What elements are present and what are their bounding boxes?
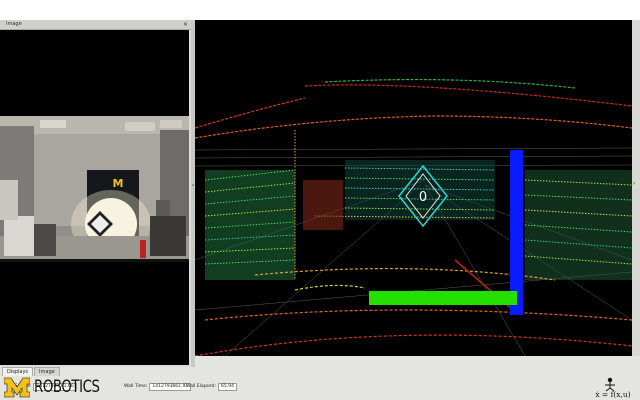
image-panel-title: Image xyxy=(6,21,22,27)
splitter-grip-icon[interactable]: › xyxy=(633,180,635,187)
3d-viewport[interactable]: 0 xyxy=(194,20,633,357)
right-splitter[interactable]: › xyxy=(632,20,640,356)
formula-text: ẋ = f(x,u) xyxy=(595,390,630,399)
axis-z-blue xyxy=(510,150,523,315)
image-panel-titlebar[interactable]: Image × xyxy=(0,20,191,30)
time-status-bar: ROS Time: 1412793...61.66 Wall Time: 141… xyxy=(0,376,640,400)
wall-time-value: 1412793861.91 xyxy=(149,382,192,391)
close-icon[interactable]: × xyxy=(183,20,188,29)
rviz-window: Image × M ‹ 0 › Displays Image 1412793..… xyxy=(0,20,640,400)
wall-time-label: Wall Time: xyxy=(124,384,148,389)
tab-displays[interactable]: Displays xyxy=(2,367,34,376)
camera-frame: M xyxy=(0,116,189,262)
wall-elapsed-label: Wall Elapsed: xyxy=(186,384,217,389)
wall-time-field: Wall Time: 1412793861.91 xyxy=(124,382,192,391)
right-wall-points xyxy=(524,170,633,280)
axis-y-green xyxy=(369,291,517,305)
robotics-wordmark: ROBOTICS xyxy=(34,377,100,397)
wall-elapsed-field: Wall Elapsed: 65.94 xyxy=(186,382,237,391)
wall-elapsed-value: 65.94 xyxy=(218,382,237,391)
formula-logo: ẋ = f(x,u) xyxy=(595,377,631,399)
door-logo: M xyxy=(113,177,124,190)
camera-image: M xyxy=(0,30,189,365)
dock-tabs: Displays Image xyxy=(2,367,61,376)
michigan-logo xyxy=(4,377,30,398)
image-panel: Image × M xyxy=(0,20,191,367)
tab-image[interactable]: Image xyxy=(34,367,60,376)
target-marker-label: 0 xyxy=(419,190,427,205)
